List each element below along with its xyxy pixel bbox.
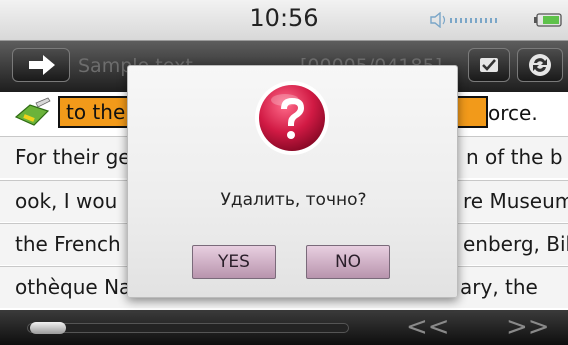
select-button[interactable]	[468, 48, 510, 82]
bottom-bar: << >>	[0, 310, 568, 345]
text-line-right: enberg, Bibli	[463, 232, 568, 256]
prev-page-button[interactable]: <<	[406, 312, 450, 342]
progress-track[interactable]	[27, 323, 349, 333]
text-line-right: re Museum,	[463, 189, 568, 213]
progress-thumb[interactable]	[30, 322, 66, 334]
text-line-left: the French	[15, 232, 121, 256]
text-line-right: ary, the	[460, 275, 538, 299]
arrow-right-icon	[29, 55, 55, 75]
question-mark-icon	[255, 81, 329, 155]
confirm-dialog: Удалить, точно? YES NO	[127, 65, 458, 298]
reader-screen: 10:56 Sample text [00005/04185]	[0, 0, 568, 345]
battery-icon	[534, 13, 562, 27]
forward-button[interactable]	[12, 48, 70, 82]
text-line-right: n of the b	[466, 145, 563, 169]
highlight-text-right	[455, 96, 488, 128]
bookmark-pencil-icon[interactable]	[12, 97, 56, 131]
sync-icon	[529, 54, 551, 76]
sync-button[interactable]	[517, 48, 563, 82]
highlight-text-left: to the	[58, 96, 138, 128]
yes-button[interactable]: YES	[192, 245, 276, 279]
status-bar: 10:56	[0, 0, 568, 41]
next-page-button[interactable]: >>	[506, 312, 550, 342]
text-line-left: For their ge	[15, 145, 131, 169]
highlight-tail: orce.	[488, 101, 538, 125]
no-button[interactable]: NO	[306, 245, 390, 279]
text-line-left: ook, I wou	[15, 189, 118, 213]
dialog-message: Удалить, точно?	[220, 190, 367, 210]
volume-icon	[430, 12, 497, 28]
checkmark-icon	[480, 58, 498, 72]
text-line-left: othèque Na	[15, 275, 132, 299]
